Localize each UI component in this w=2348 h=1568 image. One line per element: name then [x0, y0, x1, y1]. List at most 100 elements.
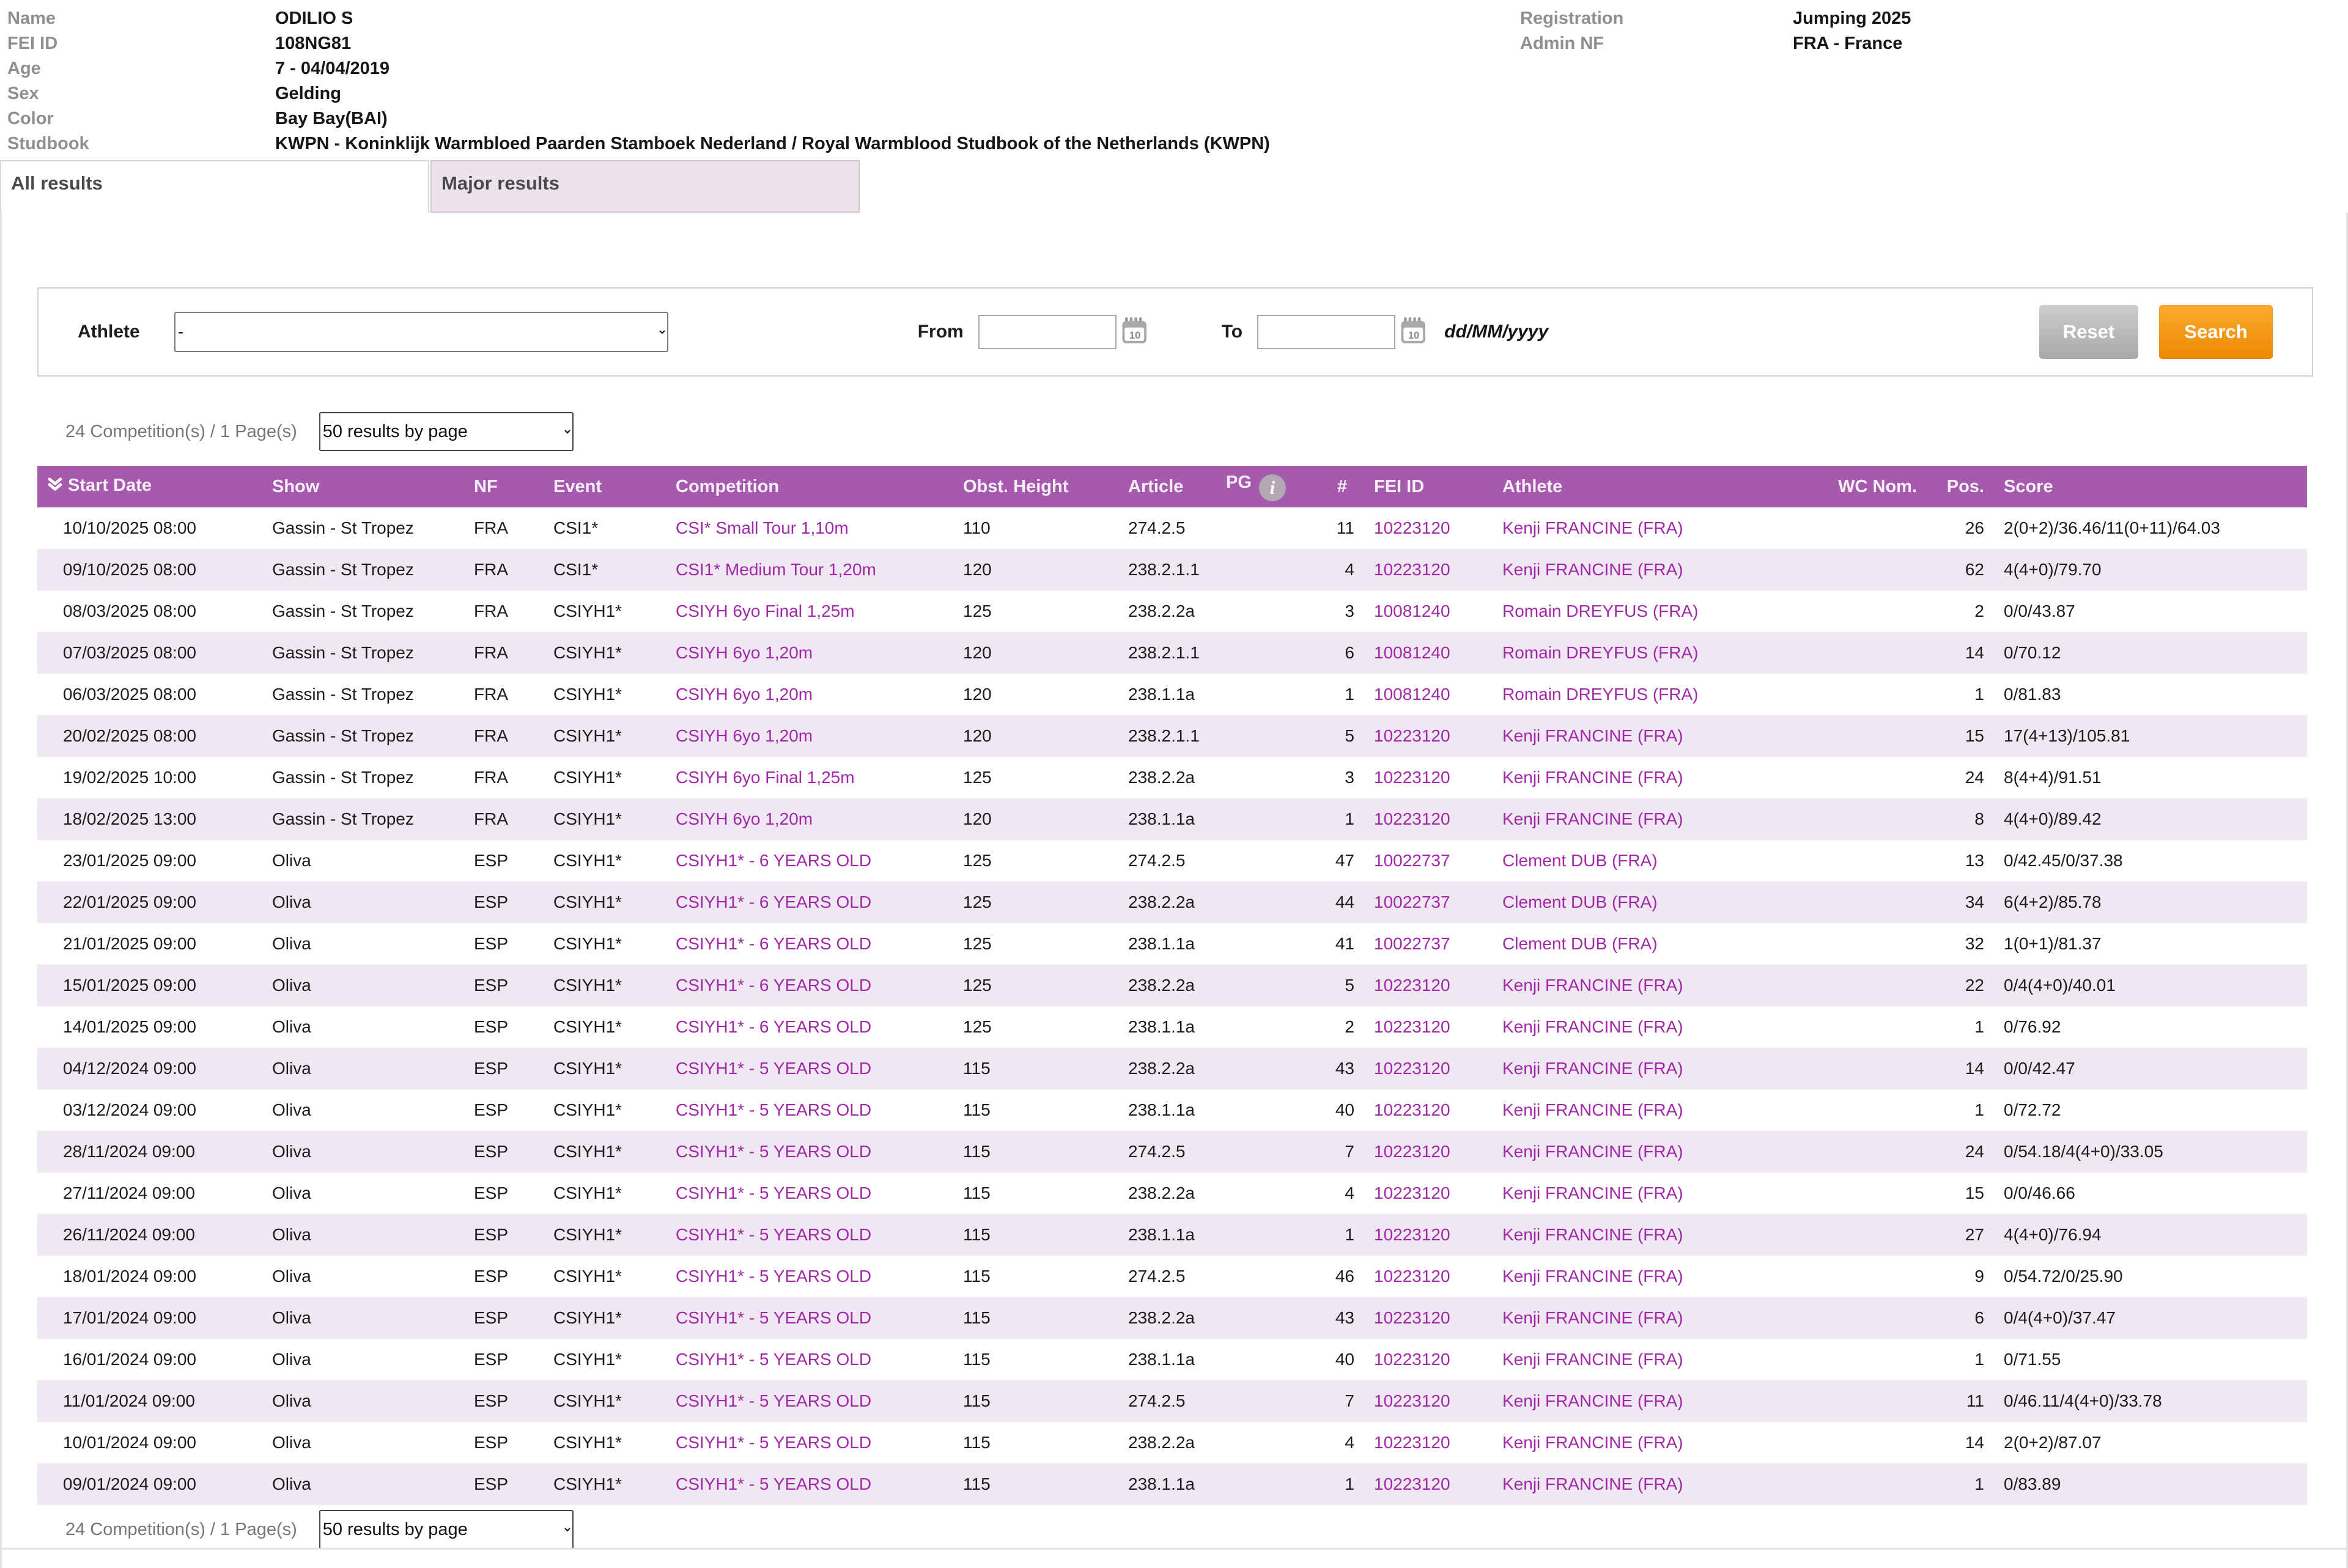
competition-link[interactable]: CSI* Small Tour 1,10m	[676, 518, 849, 537]
per-page-select-top[interactable]: 50 results by page	[319, 412, 574, 451]
athlete-link[interactable]: Kenji FRANCINE (FRA)	[1502, 1225, 1683, 1244]
fei-id-link[interactable]: 10223120	[1374, 1267, 1450, 1286]
competition-link[interactable]: CSIYH1* - 5 YEARS OLD	[676, 1350, 871, 1369]
competition-link[interactable]: CSIYH1* - 5 YEARS OLD	[676, 1100, 871, 1119]
column-score[interactable]: Score	[1995, 466, 2307, 507]
competition-link[interactable]: CSIYH1* - 6 YEARS OLD	[676, 893, 871, 911]
fei-id-link[interactable]: 10223120	[1374, 976, 1450, 995]
fei-id-link[interactable]: 10223120	[1374, 809, 1450, 828]
athlete-link[interactable]: Kenji FRANCINE (FRA)	[1502, 1142, 1683, 1161]
column-number[interactable]: #	[1319, 466, 1365, 507]
fei-id-link[interactable]: 10223120	[1374, 1059, 1450, 1078]
athlete-link[interactable]: Kenji FRANCINE (FRA)	[1502, 726, 1683, 745]
athlete-link[interactable]: Kenji FRANCINE (FRA)	[1502, 1017, 1683, 1036]
competition-link[interactable]: CSIYH1* - 5 YEARS OLD	[676, 1142, 871, 1161]
competition-link[interactable]: CSIYH1* - 5 YEARS OLD	[676, 1433, 871, 1452]
athlete-link[interactable]: Clement DUB (FRA)	[1502, 893, 1658, 911]
table-cell: 125	[954, 965, 1120, 1006]
fei-id-link[interactable]: 10223120	[1374, 1183, 1450, 1202]
competition-link[interactable]: CSIYH1* - 6 YEARS OLD	[676, 934, 871, 953]
to-date-input[interactable]	[1257, 315, 1395, 349]
competition-link[interactable]: CSIYH1* - 5 YEARS OLD	[676, 1391, 871, 1410]
athlete-link[interactable]: Kenji FRANCINE (FRA)	[1502, 518, 1683, 537]
column-article[interactable]: Article	[1120, 466, 1217, 507]
athlete-link[interactable]: Kenji FRANCINE (FRA)	[1502, 560, 1683, 579]
competition-link[interactable]: CSIYH1* - 5 YEARS OLD	[676, 1183, 871, 1202]
fei-id-link[interactable]: 10223120	[1374, 768, 1450, 787]
column-show[interactable]: Show	[264, 466, 465, 507]
athlete-link[interactable]: Romain DREYFUS (FRA)	[1502, 643, 1698, 662]
athlete-link[interactable]: Kenji FRANCINE (FRA)	[1502, 1308, 1683, 1327]
competition-link[interactable]: CSIYH 6yo 1,20m	[676, 685, 813, 704]
fei-id-link[interactable]: 10223120	[1374, 1308, 1450, 1327]
athlete-link[interactable]: Kenji FRANCINE (FRA)	[1502, 1350, 1683, 1369]
fei-id-link[interactable]: 10081240	[1374, 602, 1450, 620]
fei-id-link[interactable]: 10081240	[1374, 685, 1450, 704]
fei-id-link[interactable]: 10223120	[1374, 726, 1450, 745]
column-start-date[interactable]: Start Date	[37, 466, 264, 507]
competition-link[interactable]: CSIYH1* - 5 YEARS OLD	[676, 1474, 871, 1493]
calendar-icon[interactable]: 10	[1400, 316, 1427, 348]
competition-link[interactable]: CSIYH1* - 5 YEARS OLD	[676, 1267, 871, 1286]
competition-link[interactable]: CSIYH 6yo 1,20m	[676, 643, 813, 662]
info-icon[interactable]: i	[1259, 474, 1286, 501]
fei-id-link[interactable]: 10223120	[1374, 1017, 1450, 1036]
athlete-link[interactable]: Kenji FRANCINE (FRA)	[1502, 768, 1683, 787]
column-event[interactable]: Event	[545, 466, 667, 507]
fei-id-link[interactable]: 10223120	[1374, 1391, 1450, 1410]
athlete-select[interactable]: -	[174, 312, 668, 352]
competition-link[interactable]: CSIYH 6yo Final 1,25m	[676, 602, 855, 620]
competition-link[interactable]: CSIYH1* - 6 YEARS OLD	[676, 851, 871, 870]
column-athlete[interactable]: Athlete	[1494, 466, 1763, 507]
column-wc-nom[interactable]: WC Nom.	[1763, 466, 1928, 507]
column-pg[interactable]: PGi	[1217, 466, 1319, 507]
per-page-select-bottom[interactable]: 50 results by page	[319, 1510, 574, 1549]
column-competition[interactable]: Competition	[667, 466, 954, 507]
athlete-link[interactable]: Romain DREYFUS (FRA)	[1502, 602, 1698, 620]
competition-link[interactable]: CSIYH 6yo Final 1,25m	[676, 768, 855, 787]
fei-id-link[interactable]: 10223120	[1374, 1474, 1450, 1493]
competition-link[interactable]: CSI1* Medium Tour 1,20m	[676, 560, 876, 579]
column-fei-id[interactable]: FEI ID	[1365, 466, 1494, 507]
fei-id-link[interactable]: 10022737	[1374, 893, 1450, 911]
tab-all-results[interactable]: All results	[0, 160, 429, 213]
column-nf[interactable]: NF	[465, 466, 545, 507]
athlete-link[interactable]: Kenji FRANCINE (FRA)	[1502, 1267, 1683, 1286]
reset-button[interactable]: Reset	[2039, 305, 2138, 359]
competition-link[interactable]: CSIYH 6yo 1,20m	[676, 726, 813, 745]
competition-link[interactable]: CSIYH1* - 5 YEARS OLD	[676, 1308, 871, 1327]
athlete-link[interactable]: Kenji FRANCINE (FRA)	[1502, 1183, 1683, 1202]
table-cell: FRA	[465, 591, 545, 632]
athlete-link[interactable]: Clement DUB (FRA)	[1502, 934, 1658, 953]
competition-link[interactable]: CSIYH1* - 6 YEARS OLD	[676, 1017, 871, 1036]
athlete-link[interactable]: Clement DUB (FRA)	[1502, 851, 1658, 870]
athlete-link[interactable]: Kenji FRANCINE (FRA)	[1502, 809, 1683, 828]
fei-id-link[interactable]: 10022737	[1374, 934, 1450, 953]
fei-id-link[interactable]: 10223120	[1374, 560, 1450, 579]
calendar-icon[interactable]: 10	[1121, 316, 1148, 348]
fei-id-link[interactable]: 10223120	[1374, 518, 1450, 537]
competition-link[interactable]: CSIYH1* - 6 YEARS OLD	[676, 976, 871, 995]
fei-id-link[interactable]: 10223120	[1374, 1142, 1450, 1161]
search-button[interactable]: Search	[2159, 305, 2273, 359]
column-pos[interactable]: Pos.	[1928, 466, 1995, 507]
fei-id-link[interactable]: 10223120	[1374, 1100, 1450, 1119]
athlete-link[interactable]: Kenji FRANCINE (FRA)	[1502, 1474, 1683, 1493]
competition-link[interactable]: CSIYH 6yo 1,20m	[676, 809, 813, 828]
fei-id-link[interactable]: 10223120	[1374, 1433, 1450, 1452]
fei-id-link[interactable]: 10022737	[1374, 851, 1450, 870]
athlete-link[interactable]: Kenji FRANCINE (FRA)	[1502, 976, 1683, 995]
column-obst-height[interactable]: Obst. Height	[954, 466, 1120, 507]
fei-id-link[interactable]: 10223120	[1374, 1225, 1450, 1244]
fei-id-link[interactable]: 10223120	[1374, 1350, 1450, 1369]
athlete-link[interactable]: Romain DREYFUS (FRA)	[1502, 685, 1698, 704]
athlete-link[interactable]: Kenji FRANCINE (FRA)	[1502, 1433, 1683, 1452]
tab-major-results[interactable]: Major results	[430, 160, 860, 213]
competition-link[interactable]: CSIYH1* - 5 YEARS OLD	[676, 1225, 871, 1244]
athlete-link[interactable]: Kenji FRANCINE (FRA)	[1502, 1391, 1683, 1410]
athlete-link[interactable]: Kenji FRANCINE (FRA)	[1502, 1059, 1683, 1078]
fei-id-link[interactable]: 10081240	[1374, 643, 1450, 662]
athlete-link[interactable]: Kenji FRANCINE (FRA)	[1502, 1100, 1683, 1119]
from-date-input[interactable]	[978, 315, 1117, 349]
competition-link[interactable]: CSIYH1* - 5 YEARS OLD	[676, 1059, 871, 1078]
